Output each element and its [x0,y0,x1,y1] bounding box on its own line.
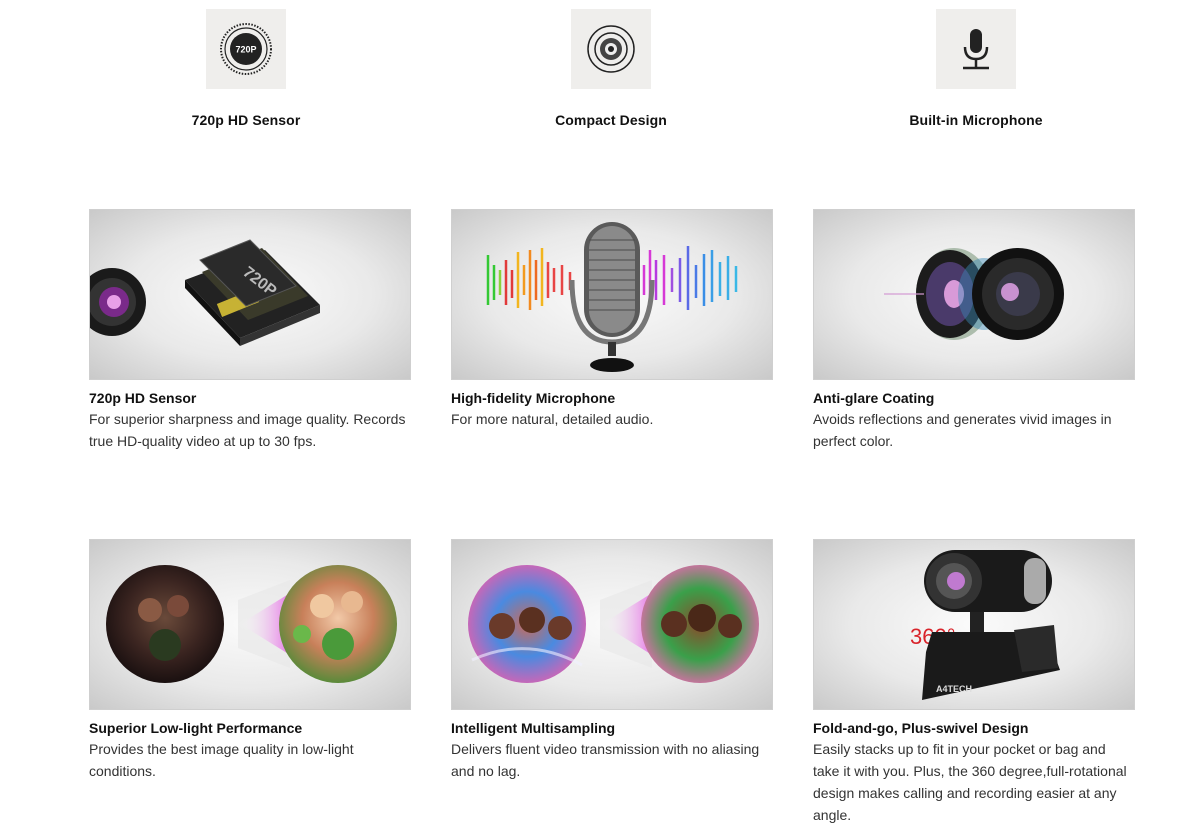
card-low-light: Superior Low-light Performance Provides … [89,539,411,782]
lens-icon-box [571,9,651,89]
sensor-icon-box: 720P [206,9,286,89]
feature-label: Compact Design [555,112,667,128]
card-hd-sensor: 720P 720p HD Sensor For superior sharpne… [89,209,411,452]
card-description: Provides the best image quality in low-l… [89,741,354,779]
card-anti-glare: Anti-glare Coating Avoids reflections an… [813,209,1135,452]
feature-microphone: Built-in Microphone [876,9,1076,128]
card-title: 720p HD Sensor [89,390,197,406]
card-description: For more natural, detailed audio. [451,411,654,427]
microphone-soundwave-image [451,209,773,380]
card-title: Superior Low-light Performance [89,720,303,736]
card-microphone: High-fidelity Microphone For more natura… [451,209,773,430]
feature-label: Built-in Microphone [909,112,1043,128]
card-fold-and-go: 360° A4TECH Fold-and-go, Plus-swivel Des… [813,539,1135,826]
card-description: For superior sharpness and image quality… [89,411,406,449]
card-title: Intelligent Multisampling [451,720,616,736]
lens-coating-image [813,209,1135,380]
lens-icon [587,25,635,73]
sensor-chip-image: 720P [89,209,411,380]
multisampling-comparison-image [451,539,773,710]
card-multisampling: Intelligent Multisampling Delivers fluen… [451,539,773,782]
720p-sensor-icon: 720P [220,23,272,75]
card-description: Avoids reflections and generates vivid i… [813,411,1112,449]
microphone-icon-box [936,9,1016,89]
card-title: Anti-glare Coating [813,390,935,406]
sensor-icon-text: 720P [235,45,256,55]
webcam-swivel-image: 360° A4TECH [813,539,1135,710]
feature-compact: Compact Design [511,9,711,128]
microphone-icon [963,29,989,70]
brand-text: A4TECH [936,684,972,694]
feature-label: 720p HD Sensor [191,112,301,128]
card-title: High-fidelity Microphone [451,390,616,406]
card-description: Delivers fluent video transmission with … [451,741,760,779]
low-light-comparison-image [89,539,411,710]
feature-sensor: 720P 720p HD Sensor [146,9,346,128]
card-description: Easily stacks up to fit in your pocket o… [813,741,1127,823]
card-title: Fold-and-go, Plus-swivel Design [813,720,1029,736]
